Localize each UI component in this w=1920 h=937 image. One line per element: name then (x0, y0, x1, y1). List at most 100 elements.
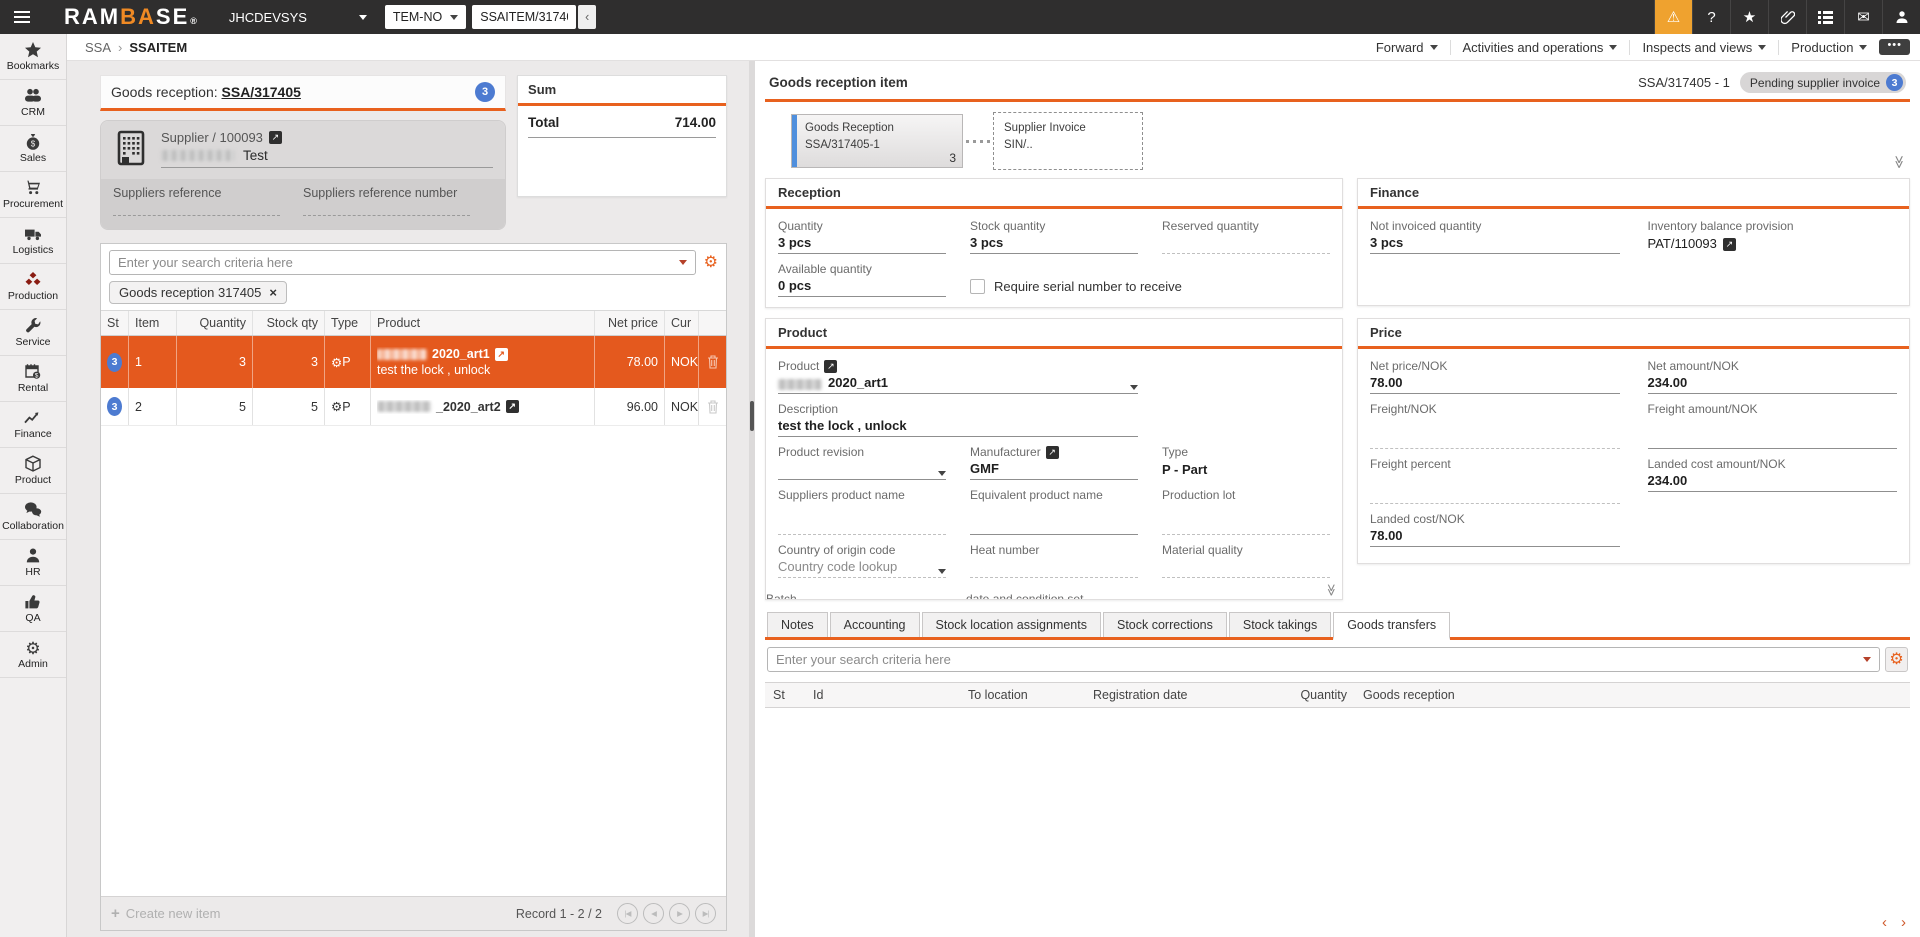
pagination-next-button[interactable]: ▶ (669, 903, 690, 924)
more-actions-button[interactable]: ••• (1879, 39, 1910, 55)
col-header-goods-reception[interactable]: Goods reception (1355, 683, 1910, 707)
items-search-input[interactable] (118, 255, 673, 270)
freight-amount-field[interactable]: Freight amount/NOK (1647, 400, 1897, 449)
suppliers-reference-field[interactable] (113, 215, 281, 216)
scroll-more-icon[interactable]: ≫ (1325, 584, 1339, 597)
create-new-item-button[interactable]: + Create new item (111, 905, 220, 922)
messages-button[interactable]: ✉ (1844, 0, 1882, 34)
environment-selector[interactable]: JHCDEVSYS (229, 10, 367, 25)
not-invoiced-quantity-field[interactable]: Not invoiced quantity 3 pcs (1370, 217, 1620, 254)
delete-row-icon[interactable] (707, 399, 719, 414)
search-settings-gear-icon[interactable]: ⚙ (704, 254, 718, 271)
col-header-net-price[interactable]: Net price (595, 311, 665, 335)
landed-cost-amount-field[interactable]: Landed cost amount/NOK 234.00 (1647, 455, 1897, 504)
menu-forward[interactable]: Forward (1376, 40, 1438, 55)
sidebar-item-service[interactable]: Service (0, 310, 66, 356)
sidebar-item-product[interactable]: Product (0, 448, 66, 494)
menu-activities-operations[interactable]: Activities and operations (1463, 40, 1618, 55)
product-field[interactable]: Product ↗ 2020_art1 (778, 357, 1138, 394)
col-header-registration-date[interactable]: Registration date (1085, 683, 1250, 707)
col-header-id[interactable]: Id (805, 683, 960, 707)
col-header-quantity[interactable]: Quantity (1250, 683, 1355, 707)
sidebar-item-bookmarks[interactable]: Bookmarks (0, 34, 66, 80)
heat-number-field[interactable]: Heat number (970, 541, 1138, 578)
doc-back-button[interactable]: ‹ (578, 5, 597, 29)
sidebar-item-admin[interactable]: ⚙ Admin (0, 632, 66, 678)
user-button[interactable] (1882, 0, 1920, 34)
tab-stock-takings[interactable]: Stock takings (1228, 612, 1332, 637)
col-header-st[interactable]: St (101, 311, 129, 335)
manufacturer-field[interactable]: Manufacturer ↗ GMF (970, 443, 1138, 480)
flow-card-goods-reception[interactable]: Goods Reception SSA/317405-1 3 (791, 114, 963, 168)
tab-notes[interactable]: Notes (767, 612, 828, 637)
page-next-icon[interactable]: › (1901, 914, 1906, 931)
tab-accounting[interactable]: Accounting (829, 612, 920, 637)
sidebar-item-crm[interactable]: CRM (0, 80, 66, 126)
freight-percent-field[interactable]: Freight percent (1370, 455, 1620, 504)
hamburger-menu-icon[interactable] (0, 0, 44, 34)
sidebar-item-production[interactable]: Production (0, 264, 66, 310)
material-quality-field[interactable]: Material quality (1162, 541, 1330, 578)
col-header-cur[interactable]: Cur (665, 311, 699, 335)
filter-chip[interactable]: Goods reception 317405 × (109, 281, 287, 304)
task-list-button[interactable] (1806, 0, 1844, 34)
open-product-link-icon[interactable]: ↗ (824, 359, 838, 373)
splitter-handle[interactable] (750, 401, 754, 431)
pagination-last-button[interactable]: ▶| (695, 903, 716, 924)
sidebar-item-collaboration[interactable]: Collaboration (0, 494, 66, 540)
dropdown-caret-icon[interactable] (938, 569, 946, 574)
sidebar-item-hr[interactable]: HR (0, 540, 66, 586)
type-field[interactable]: Type P - Part (1162, 443, 1330, 480)
col-header-item[interactable]: Item (129, 311, 177, 335)
sidebar-item-finance[interactable]: Finance (0, 402, 66, 448)
dropdown-caret-icon[interactable] (938, 471, 946, 476)
net-amount-field[interactable]: Net amount/NOK 234.00 (1647, 357, 1897, 394)
col-header-st[interactable]: St (765, 683, 805, 707)
filter-chip-close-icon[interactable]: × (269, 285, 277, 300)
transfers-settings-button[interactable]: ⚙ (1885, 647, 1908, 672)
goods-reception-link[interactable]: SSA/317405 (222, 84, 301, 100)
transfers-search-input[interactable] (776, 652, 1857, 667)
search-dropdown-icon[interactable] (678, 260, 687, 265)
net-price-field[interactable]: Net price/NOK 78.00 (1370, 357, 1620, 394)
supplier-name-field[interactable]: Test (161, 148, 494, 168)
open-product-link-icon[interactable]: ↗ (505, 400, 519, 413)
breadcrumb-root[interactable]: SSA (85, 40, 111, 55)
attachments-button[interactable] (1768, 0, 1806, 34)
col-header-quantity[interactable]: Quantity (177, 311, 253, 335)
favorites-button[interactable]: ★ (1730, 0, 1768, 34)
production-lot-field[interactable]: Production lot (1162, 486, 1330, 535)
suppliers-product-name-field[interactable]: Suppliers product name (778, 486, 946, 535)
sidebar-item-logistics[interactable]: Logistics (0, 218, 66, 264)
pagination-first-button[interactable]: |◀ (617, 903, 638, 924)
sidebar-item-sales[interactable]: $ Sales (0, 126, 66, 172)
tab-goods-transfers[interactable]: Goods transfers (1333, 612, 1451, 640)
col-header-stock-qty[interactable]: Stock qty (253, 311, 325, 335)
table-row[interactable]: 3 2 5 5 ⚙ P _2020_art2 ↗ 96.00 NOK (101, 388, 726, 426)
delete-row-icon[interactable] (707, 355, 719, 369)
dropdown-caret-icon[interactable] (1130, 385, 1138, 390)
col-header-to-location[interactable]: To location (960, 683, 1085, 707)
search-dropdown-icon[interactable] (1863, 657, 1871, 662)
menu-inspects-views[interactable]: Inspects and views (1642, 40, 1767, 55)
collapse-section-icon[interactable]: ≫ (1891, 155, 1907, 169)
open-manufacturer-link-icon[interactable]: ↗ (1045, 445, 1059, 459)
product-revision-field[interactable]: Product revision (778, 443, 946, 480)
doc-id-input[interactable] (480, 10, 569, 24)
menu-production[interactable]: Production (1791, 40, 1868, 55)
available-quantity-field[interactable]: Available quantity 0 pcs (778, 260, 946, 297)
sidebar-item-procurement[interactable]: Procurement (0, 172, 66, 218)
equivalent-product-name-field[interactable]: Equivalent product name (970, 486, 1138, 535)
open-supplier-link-icon[interactable]: ↗ (268, 131, 282, 144)
open-product-link-icon[interactable]: ↗ (494, 347, 508, 361)
open-provision-link-icon[interactable]: ↗ (1722, 238, 1736, 251)
freight-field[interactable]: Freight/NOK (1370, 400, 1620, 449)
suppliers-reference-number-field[interactable] (303, 215, 471, 216)
page-prev-icon[interactable]: ‹ (1882, 914, 1887, 931)
quantity-field[interactable]: Quantity 3 pcs (778, 217, 946, 254)
reserved-quantity-field[interactable]: Reserved quantity (1162, 217, 1330, 254)
pagination-prev-button[interactable]: ◀ (643, 903, 664, 924)
country-of-origin-field[interactable]: Country of origin code Country code look… (778, 541, 946, 578)
landed-cost-field[interactable]: Landed cost/NOK 78.00 (1370, 510, 1620, 547)
sidebar-item-qa[interactable]: QA (0, 586, 66, 632)
